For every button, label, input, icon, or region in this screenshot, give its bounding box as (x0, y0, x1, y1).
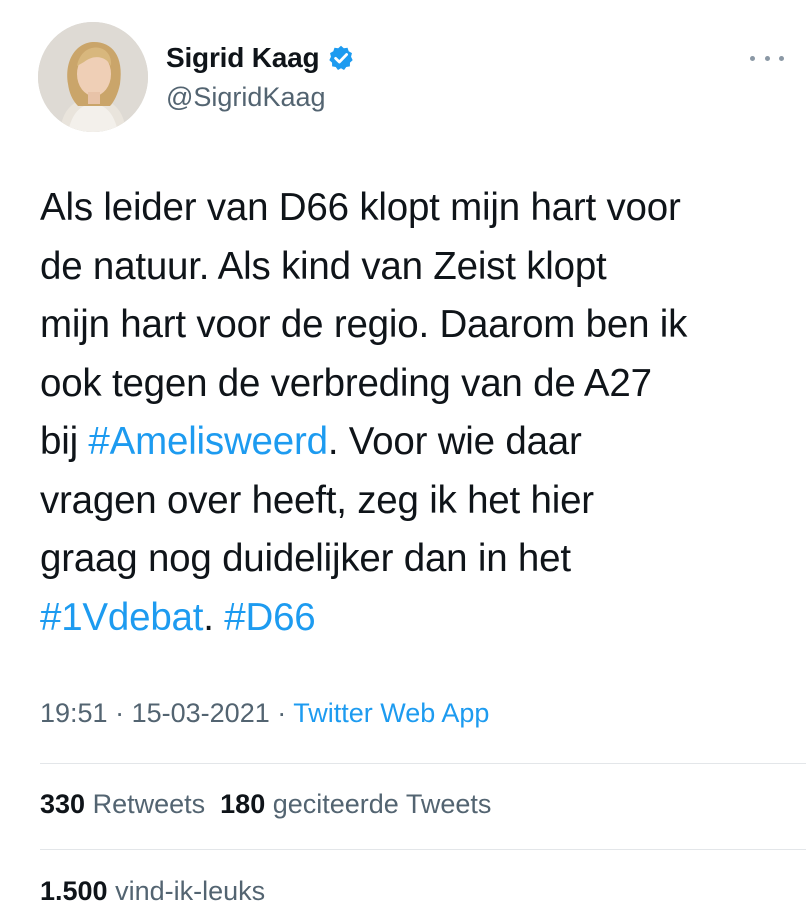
tweet-text-segment: . (203, 595, 225, 639)
tweet-text-line: de natuur. Als kind van Zeist klopt (40, 238, 800, 297)
tweet-text-line: bij #Amelisweerd. Voor wie daar (40, 413, 800, 472)
likes-label: vind-ik-leuks (115, 876, 266, 906)
tweet-text-line: vragen over heeft, zeg ik het hier (40, 472, 800, 531)
hashtag-link[interactable]: #D66 (224, 596, 315, 639)
likes-stat-row: 1.500 vind-ik-leuks (40, 876, 265, 907)
likes-stat[interactable]: 1.500 vind-ik-leuks (40, 876, 265, 906)
meta-separator: · (277, 698, 287, 728)
tweet-text-line: mijn hart voor de regio. Daarom ben ik (40, 296, 800, 355)
engagement-stats-row: 330 Retweets 180 geciteerde Tweets (40, 789, 491, 820)
quotes-stat[interactable]: 180 geciteerde Tweets (220, 789, 491, 819)
author-display-name[interactable]: Sigrid Kaag (166, 42, 320, 74)
author-name-row: Sigrid Kaag (166, 38, 355, 78)
tweet-text-line: #1Vdebat. #D66 (40, 589, 800, 648)
tweet-text-line: graag nog duidelijker dan in het (40, 530, 800, 589)
tweet-time[interactable]: 19:51 (40, 698, 108, 728)
more-options-icon[interactable] (750, 52, 784, 64)
retweets-stat[interactable]: 330 Retweets (40, 789, 205, 819)
tweet-text-segment: bij (40, 420, 89, 463)
tweet-source-link[interactable]: Twitter Web App (293, 698, 489, 728)
retweets-count: 330 (40, 789, 86, 819)
avatar[interactable] (38, 22, 148, 132)
divider (40, 849, 806, 850)
hashtag-link[interactable]: #Amelisweerd (88, 420, 328, 463)
meta-separator: · (115, 698, 125, 728)
avatar-image (38, 22, 148, 132)
verified-badge-icon (327, 44, 355, 72)
tweet-text-segment: graag nog duidelijker dan in het (40, 537, 571, 580)
author-handle[interactable]: @SigridKaag (166, 82, 326, 113)
hashtag-link[interactable]: #1Vdebat (40, 596, 203, 639)
likes-count: 1.500 (40, 876, 108, 906)
tweet-text-line: Als leider van D66 klopt mijn hart voor (40, 179, 800, 238)
quotes-label: geciteerde Tweets (272, 789, 492, 819)
tweet-text-line: ook tegen de verbreding van de A27 (40, 355, 800, 414)
tweet-text-segment: ook tegen de verbreding van de A27 (40, 361, 652, 405)
tweet-date[interactable]: 15-03-2021 (132, 698, 270, 728)
tweet-text-segment: vragen over heeft, zeg ik het hier (40, 478, 594, 522)
tweet-text: Als leider van D66 klopt mijn hart voor d… (40, 179, 800, 647)
retweets-label: Retweets (92, 789, 206, 819)
tweet-text-segment: de natuur. Als kind van Zeist klopt (40, 244, 607, 288)
tweet-text-segment: mijn hart voor de regio. Daarom ben ik (40, 303, 688, 346)
tweet-meta: 19:51 · 15-03-2021 · Twitter Web App (40, 698, 489, 729)
tweet-text-segment: Als leider van D66 klopt mijn hart voor (40, 186, 681, 229)
tweet-text-segment: . Voor wie daar (327, 420, 582, 463)
divider (40, 763, 806, 764)
quotes-count: 180 (220, 789, 266, 819)
